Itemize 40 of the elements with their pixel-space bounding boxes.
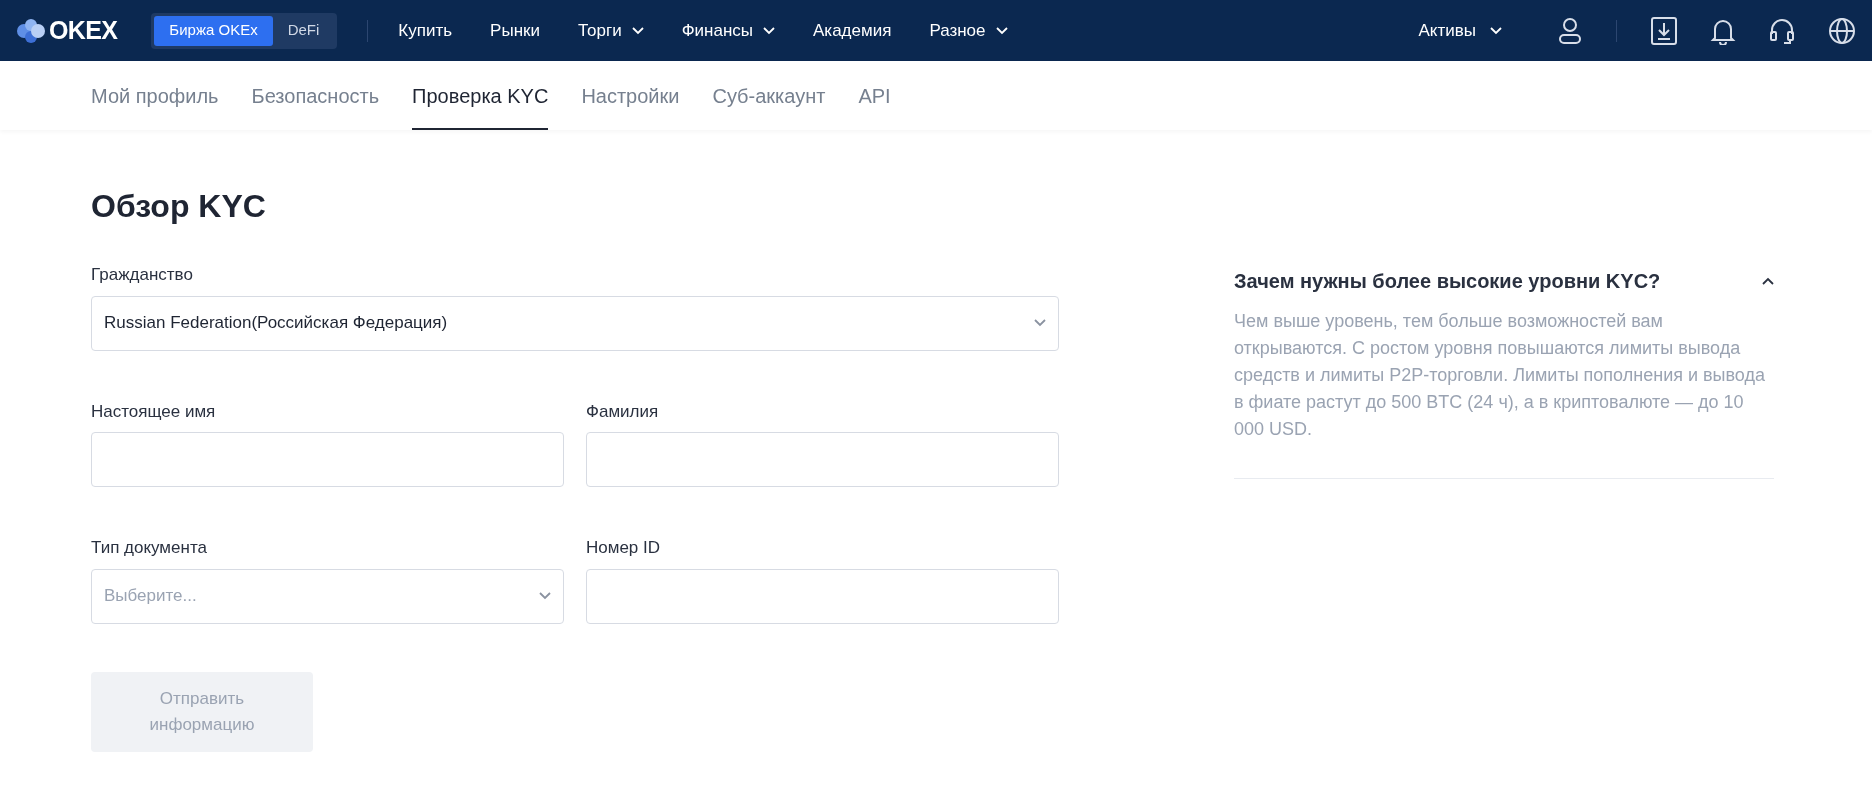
text-input[interactable] bbox=[586, 432, 1059, 487]
logo-icon bbox=[16, 17, 46, 44]
assets-menu[interactable]: Активы bbox=[1418, 17, 1502, 44]
profile-tab[interactable]: Мой профиль bbox=[91, 61, 219, 130]
field-label: Фамилия bbox=[586, 400, 660, 423]
chevron-down-icon bbox=[631, 26, 644, 35]
headset-icon[interactable] bbox=[1769, 16, 1795, 45]
switch-tab[interactable]: DeFi bbox=[272, 15, 335, 46]
field-label: Тип документа bbox=[91, 537, 208, 559]
profile-tab[interactable]: Суб-аккаунт bbox=[712, 61, 826, 130]
page-title: Обзор KYC bbox=[91, 187, 267, 226]
faq-question[interactable]: Зачем нужны более высокие уровни KYC? bbox=[1234, 266, 1774, 296]
logo-text: OKEX bbox=[49, 14, 118, 46]
dropdown-field[interactable]: Russian Federation(Российская Федерация) bbox=[91, 295, 1059, 351]
text-input[interactable] bbox=[586, 568, 1059, 624]
globe-icon[interactable] bbox=[1828, 16, 1856, 45]
chevron-down-icon bbox=[1034, 319, 1046, 327]
chevron-up-icon bbox=[1762, 277, 1774, 285]
field-label: Номер ID bbox=[586, 537, 662, 559]
text-input[interactable] bbox=[91, 432, 564, 487]
chevron-down-icon bbox=[1490, 26, 1502, 35]
profile-tab[interactable]: Проверка KYC bbox=[412, 61, 549, 130]
chevron-down-icon bbox=[763, 26, 775, 35]
chevron-down-icon bbox=[539, 592, 551, 600]
nav-link[interactable]: Купить bbox=[398, 17, 453, 44]
nav-link[interactable]: Финансы bbox=[681, 17, 775, 44]
chevron-down-icon bbox=[995, 26, 1008, 35]
switch-tab[interactable]: Биржа OKEx bbox=[154, 15, 273, 46]
download-icon[interactable] bbox=[1651, 16, 1677, 45]
field-label: Гражданство bbox=[91, 264, 194, 286]
profile-tab[interactable]: Безопасность bbox=[251, 61, 380, 130]
profile-tab[interactable]: Настройки bbox=[581, 61, 680, 130]
faq-answer: Чем выше уровень, тем больше возможностей вам открываются. С ростом уровня повышаются лимиты вывода средств и лимиты P2P-торговли. Лимиты пополнения и вывода в фиате растут до 500 BTC (24 ч), а в криптовалюте — до 10 000 USD. bbox=[1234, 310, 1766, 441]
profile-tab[interactable]: API bbox=[858, 61, 891, 130]
field-label: Настоящее имя bbox=[91, 400, 217, 423]
nav-link[interactable]: Рынки bbox=[490, 17, 540, 44]
user-icon[interactable] bbox=[1558, 16, 1582, 45]
nav-link[interactable]: Академия bbox=[813, 17, 892, 44]
nav-link[interactable]: Разное bbox=[929, 17, 1008, 44]
nav-link[interactable]: Торги bbox=[577, 17, 644, 44]
